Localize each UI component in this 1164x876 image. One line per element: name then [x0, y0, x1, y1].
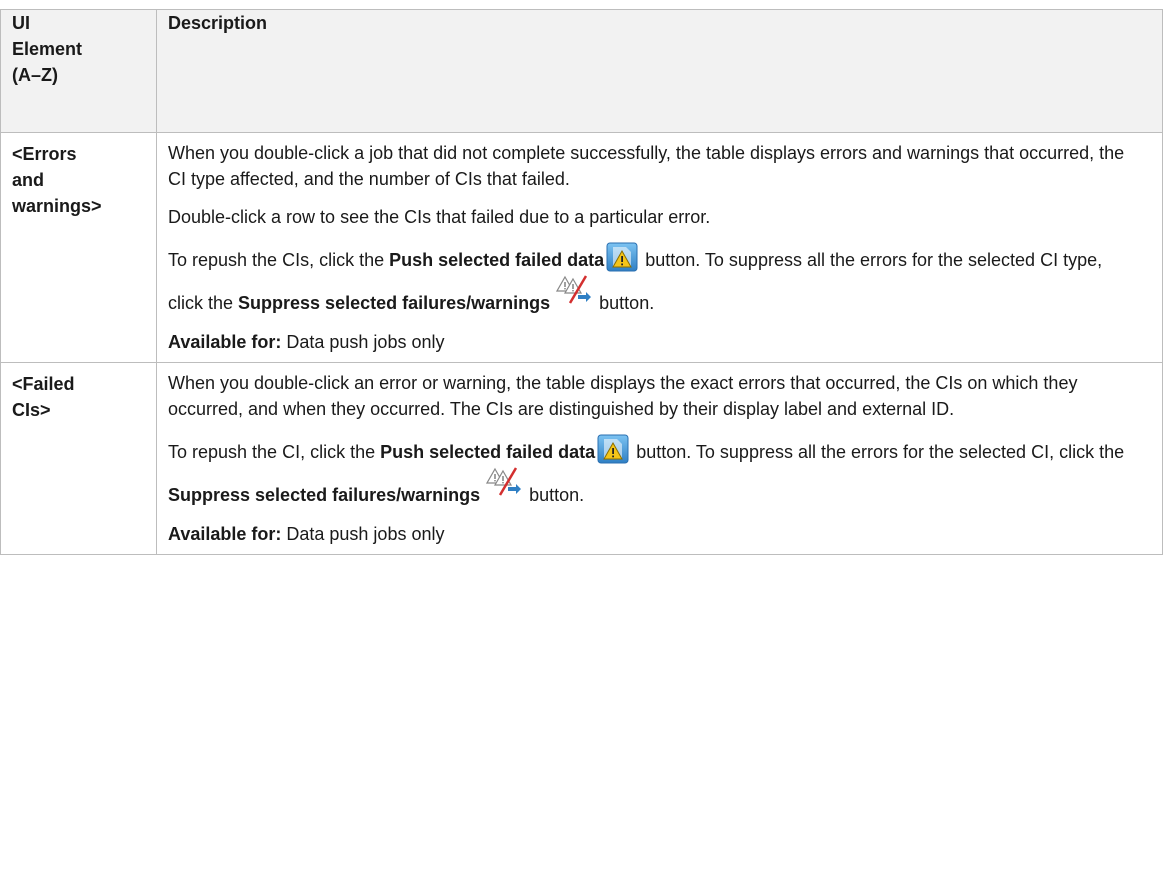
push-selected-failed-data-label: Push selected failed data — [389, 250, 605, 270]
table-row: <Errors and warnings> When you double-cl… — [0, 132, 1163, 363]
availability-value: Data push jobs only — [281, 332, 445, 352]
action-text: button. — [524, 485, 585, 505]
push-selected-failed-data-icon — [606, 242, 638, 272]
suppress-selected-failures-warnings-icon — [556, 273, 592, 307]
term-line: and — [12, 170, 45, 190]
description-paragraph: Double-click a row to see the CIs that f… — [168, 207, 711, 227]
description-paragraph: When you double-click an error or warnin… — [168, 373, 1078, 419]
description-cell: When you double-click an error or warnin… — [156, 362, 1163, 555]
suppress-selected-failures-warnings-icon — [486, 465, 522, 499]
action-paragraph: To repush the CI, click the Push selecte… — [168, 434, 1142, 508]
description-cell: When you double-click a job that did not… — [156, 132, 1163, 363]
suppress-selected-failures-label: Suppress selected failures/warnings — [238, 293, 551, 313]
header-ui-element-line: UI — [12, 13, 30, 33]
suppress-selected-failures-label: Suppress selected failures/warnings — [168, 485, 481, 505]
action-text: To repush the CIs, click the — [168, 250, 390, 270]
availability-paragraph: Available for: Data push jobs only — [168, 329, 1142, 355]
availability-paragraph: Available for: Data push jobs only — [168, 521, 1142, 547]
action-text: button. To suppress all the errors for t… — [631, 442, 1125, 462]
table-header-row: UI Element (A–Z) Description — [0, 9, 1163, 133]
push-selected-failed-data-icon — [597, 434, 629, 464]
availability-label: Available for: — [168, 524, 282, 544]
term-cell: <Errors and warnings> — [0, 132, 157, 363]
push-selected-failed-data-label: Push selected failed data — [380, 442, 596, 462]
term-line: <Errors — [12, 144, 77, 164]
ui-elements-table: UI Element (A–Z) Description <Errors and — [0, 9, 1163, 555]
document-page: UI Element (A–Z) Description <Errors and — [0, 0, 1164, 876]
term-cell: <Failed CIs> — [0, 362, 157, 555]
term-line: <Failed — [12, 374, 75, 394]
header-ui-element-line: (A–Z) — [12, 65, 58, 85]
availability-label: Available for: — [168, 332, 282, 352]
term-line: CIs> — [12, 400, 51, 420]
description-paragraph: When you double-click a job that did not… — [168, 143, 1125, 189]
action-text: button. — [594, 293, 655, 313]
availability-value: Data push jobs only — [281, 524, 445, 544]
action-paragraph: To repush the CIs, click the Push select… — [168, 242, 1142, 316]
action-text: To repush the CI, click the — [168, 442, 381, 462]
header-ui-element: UI Element (A–Z) — [0, 9, 157, 133]
header-description: Description — [156, 9, 1163, 133]
table-row: <Failed CIs> When you double-click an er… — [0, 362, 1163, 555]
header-ui-element-line: Element — [12, 39, 83, 59]
header-description-label: Description — [168, 13, 268, 33]
term-line: warnings> — [12, 196, 102, 216]
